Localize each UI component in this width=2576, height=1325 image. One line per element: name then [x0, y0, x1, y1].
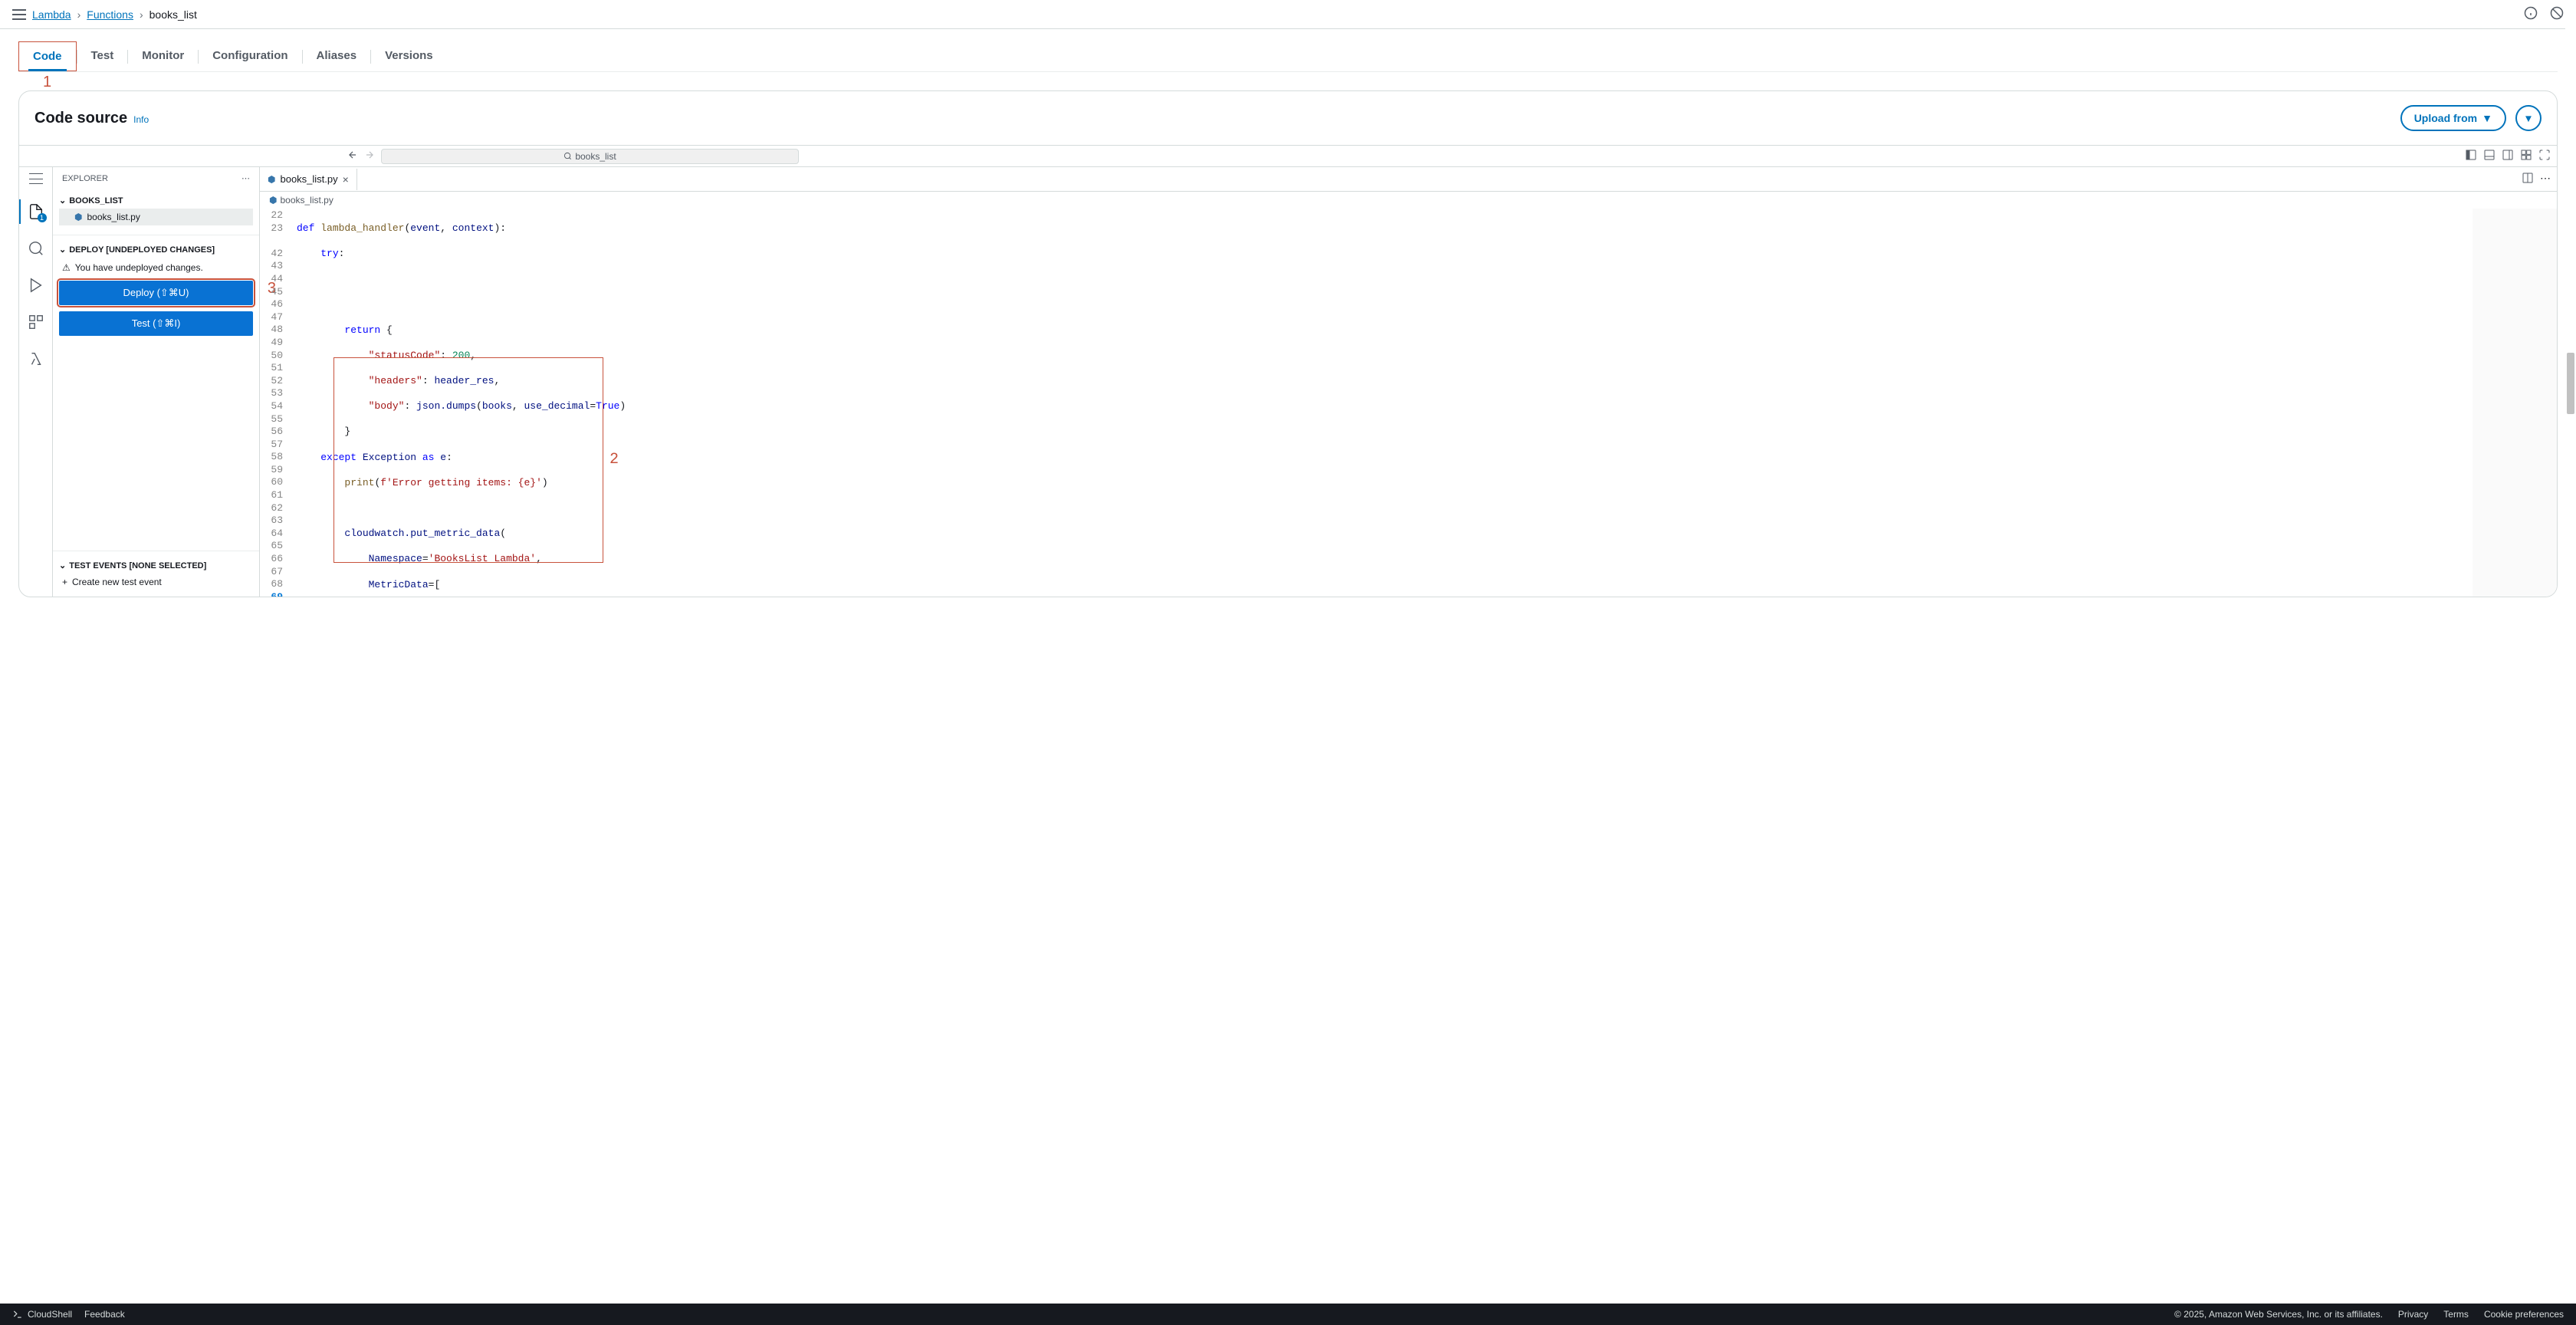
- chevron-right-icon: ›: [140, 8, 143, 21]
- tab-versions[interactable]: Versions: [371, 41, 447, 71]
- extensions-icon[interactable]: [27, 313, 45, 331]
- code-source-card: Code sourceInfo Upload from ▼ ▼ books_li…: [18, 90, 2558, 597]
- file-books-list[interactable]: ⬢ books_list.py: [59, 209, 253, 225]
- breadcrumb: Lambda › Functions › books_list: [32, 8, 197, 21]
- changes-badge: 1: [38, 213, 47, 222]
- cookie-link[interactable]: Cookie preferences: [2484, 1309, 2564, 1320]
- chevron-right-icon: ›: [77, 8, 81, 21]
- test-events-section-title[interactable]: ⌄ TEST EVENTS [NONE SELECTED]: [59, 557, 253, 574]
- test-button[interactable]: Test (⇧⌘I): [59, 311, 253, 336]
- tab-code[interactable]: Code: [18, 41, 77, 71]
- explorer-panel: EXPLORER ⋯ ⌄ BOOKS_LIST ⬢ books_list.py: [53, 167, 260, 597]
- nav-forward-icon[interactable]: [364, 150, 375, 163]
- upload-from-button[interactable]: Upload from ▼: [2400, 105, 2506, 131]
- caret-down-icon: ▼: [2482, 112, 2492, 124]
- scrollbar-thumb[interactable]: [2567, 353, 2574, 414]
- menu-icon[interactable]: [29, 173, 43, 184]
- python-file-icon: ⬢: [269, 195, 277, 205]
- cloudshell-link[interactable]: CloudShell: [12, 1309, 72, 1320]
- more-actions-button[interactable]: ▼: [2515, 105, 2542, 131]
- terms-link[interactable]: Terms: [2443, 1309, 2469, 1320]
- caret-down-icon: ▼: [2523, 113, 2533, 124]
- annotation-2: 2: [610, 450, 619, 470]
- close-icon[interactable]: ×: [343, 173, 349, 186]
- editor-tab-books-list[interactable]: ⬢ books_list.py ×: [260, 169, 357, 190]
- project-folder[interactable]: ⌄ BOOKS_LIST: [59, 192, 253, 209]
- layout-panel-bottom-icon[interactable]: [2483, 149, 2496, 163]
- nav-back-icon[interactable]: [347, 150, 358, 163]
- info-icon[interactable]: [2524, 6, 2538, 22]
- card-title: Code sourceInfo: [34, 110, 149, 127]
- more-icon[interactable]: ⋯: [242, 173, 250, 183]
- top-bar: Lambda › Functions › books_list: [0, 0, 2576, 29]
- chevron-down-icon: ⌄: [59, 561, 66, 570]
- layout-sidebar-right-icon[interactable]: [2502, 149, 2514, 163]
- chevron-down-icon: ⌄: [59, 245, 66, 255]
- footer: CloudShell Feedback © 2025, Amazon Web S…: [0, 1304, 2576, 1325]
- run-debug-icon[interactable]: [27, 276, 45, 294]
- python-file-icon: ⬢: [74, 212, 82, 222]
- deploy-button[interactable]: Deploy (⇧⌘U): [59, 281, 253, 305]
- chevron-down-icon: ⌄: [59, 196, 66, 205]
- python-file-icon: ⬢: [268, 174, 275, 185]
- split-editor-icon[interactable]: [2522, 172, 2534, 186]
- breadcrumb-functions[interactable]: Functions: [87, 8, 133, 21]
- editor-breadcrumb[interactable]: ⬢ books_list.py: [260, 192, 2557, 209]
- line-numbers: 22 23 42 43 44 45 46 47 48 49 50: [260, 209, 292, 597]
- code-area[interactable]: 22 23 42 43 44 45 46 47 48 49 50: [260, 209, 2557, 597]
- code-editor: ⬢ books_list.py × ⋯ ⬢ books_list.py: [260, 167, 2557, 597]
- scrollbar[interactable]: [2565, 0, 2576, 1325]
- deploy-section-title[interactable]: ⌄ DEPLOY [UNDEPLOYED CHANGES]: [59, 242, 253, 258]
- more-icon[interactable]: ⋯: [2540, 172, 2551, 186]
- feedback-link[interactable]: Feedback: [84, 1309, 125, 1320]
- info-link[interactable]: Info: [133, 114, 149, 125]
- plus-icon: +: [62, 577, 67, 587]
- search-icon: [564, 152, 572, 160]
- code-content[interactable]: def lambda_handler(event, context): try:…: [292, 209, 2472, 597]
- menu-icon[interactable]: [12, 9, 26, 20]
- search-icon[interactable]: [27, 239, 45, 258]
- refresh-ban-icon[interactable]: [2550, 6, 2564, 22]
- layout-sidebar-left-icon[interactable]: [2465, 149, 2477, 163]
- function-tabs: Code Test Monitor Configuration Aliases …: [18, 41, 2558, 72]
- explorer-title: EXPLORER: [62, 174, 108, 183]
- minimap[interactable]: [2472, 209, 2557, 597]
- ide: books_list 1: [19, 145, 2557, 597]
- command-palette[interactable]: books_list: [381, 149, 799, 164]
- fullscreen-icon[interactable]: [2538, 149, 2551, 163]
- tab-aliases[interactable]: Aliases: [303, 41, 371, 71]
- layout-grid-icon[interactable]: [2520, 149, 2532, 163]
- breadcrumb-lambda[interactable]: Lambda: [32, 8, 71, 21]
- tab-monitor[interactable]: Monitor: [128, 41, 198, 71]
- tab-test[interactable]: Test: [77, 41, 128, 71]
- tab-configuration[interactable]: Configuration: [199, 41, 301, 71]
- create-test-event[interactable]: + Create new test event: [59, 574, 253, 590]
- deploy-warning: ⚠ You have undeployed changes.: [59, 258, 253, 281]
- lambda-icon[interactable]: [27, 350, 45, 368]
- activity-bar: 1: [19, 167, 53, 597]
- privacy-link[interactable]: Privacy: [2398, 1309, 2428, 1320]
- breadcrumb-current: books_list: [150, 8, 197, 21]
- terminal-icon: [12, 1309, 23, 1320]
- copyright: © 2025, Amazon Web Services, Inc. or its…: [2174, 1309, 2383, 1320]
- annotation-1: 1: [43, 74, 51, 91]
- warning-icon: ⚠: [62, 262, 71, 273]
- explorer-icon[interactable]: 1: [27, 202, 45, 221]
